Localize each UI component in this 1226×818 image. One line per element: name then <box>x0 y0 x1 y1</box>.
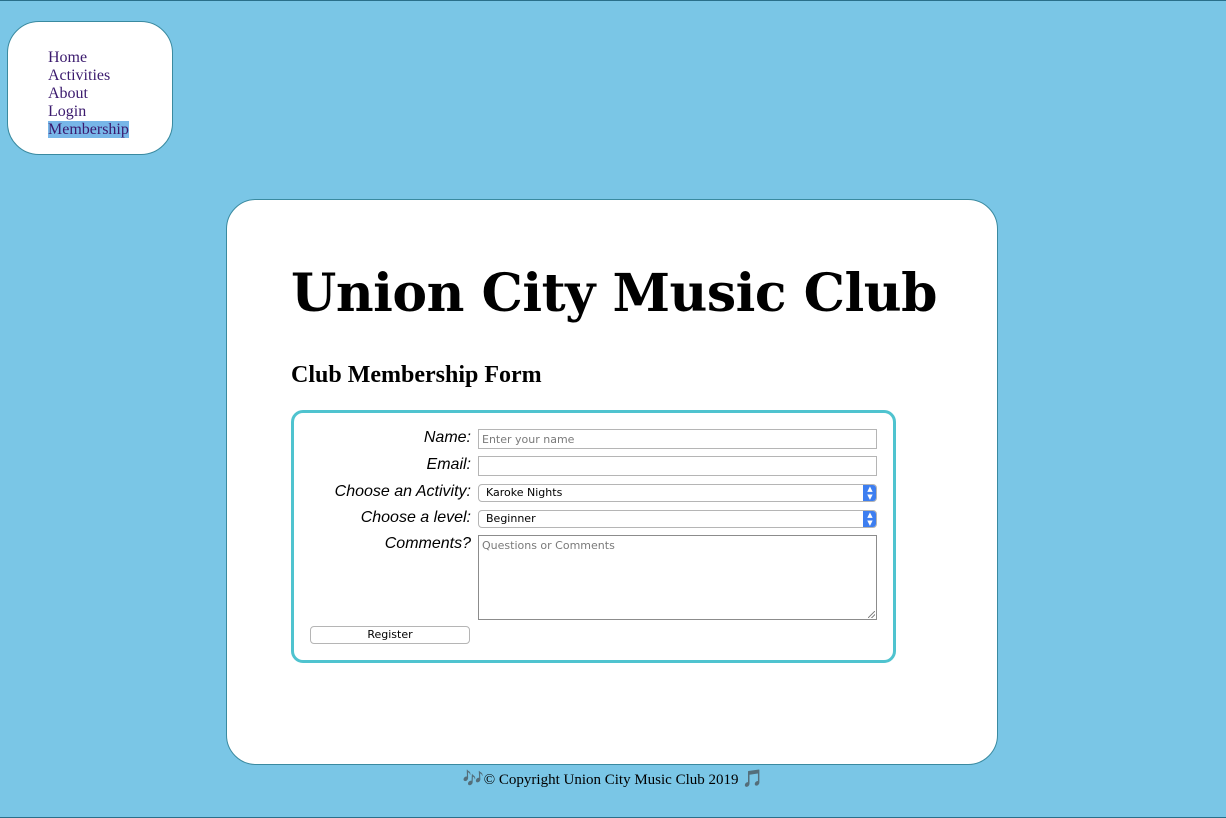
nav-link-login[interactable]: Login <box>48 103 129 121</box>
music-notes-icon: 🎶 <box>462 769 484 788</box>
form-heading: Club Membership Form <box>291 362 542 388</box>
nav-list: Home Activities About Login Membership <box>48 49 129 139</box>
level-selected-value: Beginner <box>486 512 536 525</box>
nav-link-label: Login <box>48 103 87 120</box>
resize-handle-icon[interactable] <box>868 611 875 618</box>
comments-label: Comments? <box>384 535 471 552</box>
nav-link-label: Membership <box>48 121 129 138</box>
copyright-text: © Copyright Union City Music Club 2019 <box>483 772 739 788</box>
comments-placeholder: Questions or Comments <box>482 539 615 552</box>
nav-link-label: Home <box>48 49 88 66</box>
activity-selected-value: Karoke Nights <box>486 486 563 499</box>
name-input[interactable]: Enter your name <box>478 429 877 449</box>
level-label: Choose a level: <box>360 509 471 526</box>
level-select[interactable]: Beginner ▲ ▼ <box>478 510 877 528</box>
music-note-icon: 🎵 <box>742 769 764 788</box>
nav-link-activities[interactable]: Activities <box>48 67 129 85</box>
email-label: Email: <box>426 456 471 473</box>
navigation-menu: Home Activities About Login Membership <box>7 21 173 155</box>
select-arrows-icon: ▲ ▼ <box>863 511 876 527</box>
name-label: Name: <box>423 429 471 446</box>
main-card: Union City Music Club Club Membership Fo… <box>226 199 998 765</box>
membership-form: Name: Enter your name Email: Choose an A… <box>291 410 896 663</box>
activity-label: Choose an Activity: <box>334 483 471 500</box>
footer: 🎶© Copyright Union City Music Club 2019 … <box>0 767 1226 792</box>
nav-link-membership[interactable]: Membership <box>48 121 129 139</box>
nav-link-label: Activities <box>48 67 111 84</box>
nav-link-about[interactable]: About <box>48 85 129 103</box>
activity-select[interactable]: Karoke Nights ▲ ▼ <box>478 484 877 502</box>
page-title: Union City Music Club <box>291 263 937 324</box>
name-placeholder: Enter your name <box>482 433 575 446</box>
nav-link-home[interactable]: Home <box>48 49 129 67</box>
nav-link-label: About <box>48 85 88 102</box>
register-button[interactable]: Register <box>310 626 470 644</box>
email-input[interactable] <box>478 456 877 476</box>
comments-textarea[interactable]: Questions or Comments <box>478 535 877 620</box>
select-arrows-icon: ▲ ▼ <box>863 485 876 501</box>
